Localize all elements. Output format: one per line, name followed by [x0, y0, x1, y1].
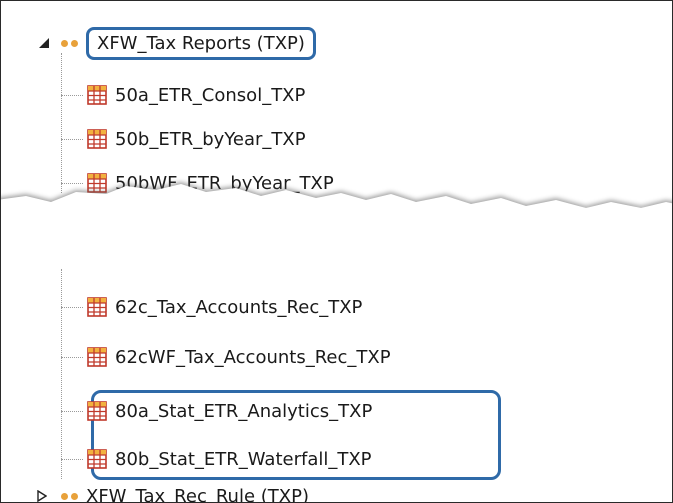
tree-item[interactable]: 62cWF_Tax_Accounts_Rec_TXP	[87, 341, 391, 373]
tree-connector	[61, 307, 83, 308]
table-report-icon	[87, 401, 107, 421]
tree-item-label: 62c_Tax_Accounts_Rec_TXP	[115, 296, 363, 318]
tree-item[interactable]: 80b_Stat_ETR_Waterfall_TXP	[87, 443, 372, 475]
tree-guide-line	[61, 53, 62, 193]
tree-view-panel: XFW_Tax Reports (TXP) 50a_ETR_Consol_TXP…	[0, 0, 673, 503]
tree-connector	[61, 357, 83, 358]
tree-item[interactable]: 50a_ETR_Consol_TXP	[87, 79, 305, 111]
tree-item[interactable]: 50b_ETR_byYear_TXP	[87, 123, 306, 155]
tree-item-label: 80a_Stat_ETR_Analytics_TXP	[115, 400, 373, 422]
node-dots-icon	[61, 492, 78, 500]
torn-page-divider	[1, 182, 672, 256]
table-report-icon	[87, 449, 107, 469]
next-root-label: XFW_Tax_Rec_Rule (TXP)	[86, 485, 309, 503]
tree-item[interactable]: 62c_Tax_Accounts_Rec_TXP	[87, 291, 362, 323]
tree-root-node-next[interactable]: XFW_Tax_Rec_Rule (TXP)	[37, 481, 309, 503]
collapsed-arrow-icon[interactable]	[37, 490, 47, 502]
expand-arrow-icon[interactable]	[37, 36, 51, 50]
table-report-icon	[87, 347, 107, 367]
node-dots-icon	[61, 39, 78, 47]
table-report-icon	[87, 85, 107, 105]
tree-root-node[interactable]: XFW_Tax Reports (TXP)	[37, 23, 316, 63]
tree-item-label: 62cWF_Tax_Accounts_Rec_TXP	[115, 346, 391, 368]
tree-connector	[61, 459, 83, 460]
tree-connector	[61, 95, 83, 96]
root-node-label[interactable]: XFW_Tax Reports (TXP)	[86, 26, 316, 60]
tree-connector	[61, 411, 83, 412]
tree-guide-line	[61, 269, 62, 479]
tree-item-label: 50a_ETR_Consol_TXP	[115, 84, 306, 106]
table-report-icon	[87, 129, 107, 149]
tree-connector	[61, 139, 83, 140]
tree-item-label: 80b_Stat_ETR_Waterfall_TXP	[115, 448, 372, 470]
tree-item[interactable]: 80a_Stat_ETR_Analytics_TXP	[87, 395, 372, 427]
tree-item-label: 50b_ETR_byYear_TXP	[115, 128, 306, 150]
table-report-icon	[87, 297, 107, 317]
